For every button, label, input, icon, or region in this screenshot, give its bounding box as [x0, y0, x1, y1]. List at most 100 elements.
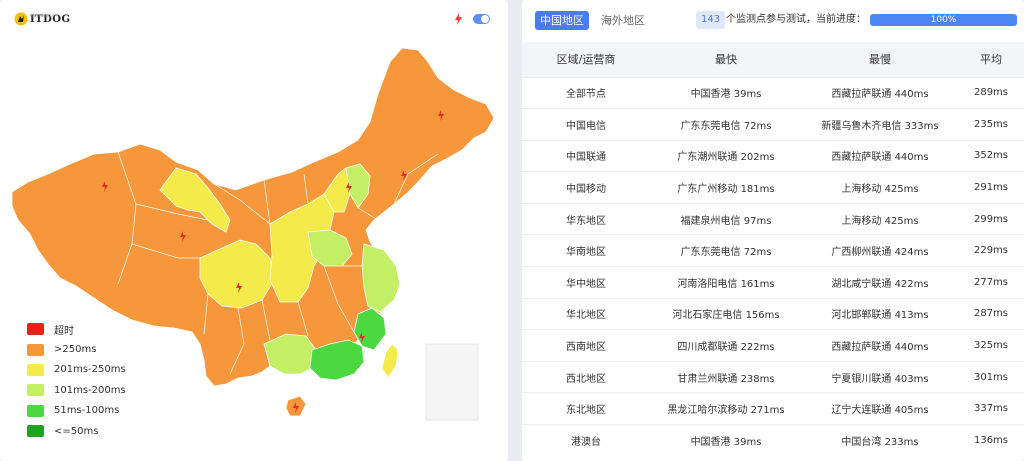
- region-cell: 全部节点: [566, 89, 606, 101]
- map-region-lightgreen-east[interactable]: [361, 243, 401, 313]
- region-cell: 东北地区: [566, 405, 606, 417]
- legend-item[interactable]: 51ms-100ms: [27, 401, 126, 421]
- average-cell: 301ms: [973, 371, 1009, 383]
- progress-value: 100%: [930, 15, 957, 25]
- slowest-cell: 上海移动 425ms: [841, 184, 919, 196]
- logo-subtext: www.itdog.cn: [30, 13, 57, 18]
- dog-logo-icon: [14, 12, 28, 26]
- slowest-cell: 宁夏银川联通 403ms: [831, 373, 929, 385]
- results-panel: 中国地区 海外地区 143 个监测点参与测试，当前进度： 100% 区域/运营商…: [522, 0, 1024, 461]
- toggle-switch[interactable]: [473, 14, 490, 24]
- slowest-cell: 上海移动 425ms: [841, 215, 919, 227]
- legend-item[interactable]: 101ms-200ms: [27, 380, 126, 400]
- table-row: 中国联通 广东潮州联通 202ms 西藏拉萨联通 440ms 352ms: [522, 140, 1024, 172]
- legend-label: 超时: [54, 325, 74, 337]
- slowest-cell: 河北邯郸联通 413ms: [831, 310, 929, 322]
- fastest-cell: 广东潮州联通 202ms: [677, 152, 775, 164]
- table-row: 中国电信 广东东莞电信 72ms 新疆乌鲁木齐电信 333ms 235ms: [522, 108, 1024, 141]
- region-cell: 华南地区: [566, 247, 606, 259]
- col-average: 平均: [980, 53, 1002, 67]
- average-cell: 287ms: [973, 308, 1009, 320]
- table-row: 西北地区 甘肃兰州联通 238ms 宁夏银川联通 403ms 301ms: [522, 361, 1024, 393]
- average-cell: 289ms: [973, 87, 1009, 99]
- lightning-icon: [455, 13, 462, 25]
- results-toolbar: 中国地区 海外地区 143 个监测点参与测试，当前进度： 100%: [522, 0, 1024, 42]
- average-cell: 235ms: [973, 118, 1009, 130]
- region-cell: 西北地区: [566, 373, 606, 385]
- fastest-cell: 河北石家庄电信 156ms: [672, 310, 780, 322]
- slowest-cell: 西藏拉萨联通 440ms: [831, 152, 929, 164]
- node-count-badge: 143: [696, 11, 726, 29]
- slowest-cell: 中国台湾 233ms: [841, 437, 919, 449]
- fastest-cell: 福建泉州电信 97ms: [680, 215, 772, 227]
- table-row: 东北地区 黑龙江哈尔滨移动 271ms 辽宁大连联通 405ms 337ms: [522, 392, 1024, 425]
- region-cell: 中国移动: [566, 184, 606, 196]
- col-fastest: 最快: [715, 53, 737, 67]
- legend-swatch: [27, 343, 44, 356]
- slowest-cell: 辽宁大连联通 405ms: [831, 405, 929, 417]
- fastest-cell: 黑龙江哈尔滨移动 271ms: [667, 405, 785, 417]
- fastest-cell: 广东广州移动 181ms: [677, 184, 775, 196]
- table-row: 全部节点 中国香港 39ms 西藏拉萨联通 440ms 289ms: [522, 77, 1024, 109]
- col-slowest: 最慢: [869, 53, 891, 67]
- table-row: 华中地区 河南洛阳电信 161ms 湖北咸宁联通 422ms 277ms: [522, 266, 1024, 299]
- average-cell: 299ms: [973, 213, 1009, 225]
- average-cell: 291ms: [973, 182, 1009, 194]
- average-cell: 325ms: [973, 340, 1009, 352]
- tab-china[interactable]: 中国地区: [535, 11, 589, 30]
- tab-overseas[interactable]: 海外地区: [601, 11, 645, 30]
- legend-swatch: [27, 384, 44, 397]
- progress-bar: 100%: [870, 14, 1017, 26]
- legend-label: 51ms-100ms: [54, 405, 120, 417]
- col-region: 区域/运营商: [556, 53, 616, 67]
- progress-caption: 个监测点参与测试，当前进度：: [726, 14, 866, 25]
- table-row: 港澳台 中国香港 39ms 中国台湾 233ms 136ms: [522, 424, 1024, 457]
- table-row: 华东地区 福建泉州电信 97ms 上海移动 425ms 299ms: [522, 203, 1024, 235]
- region-cell: 华北地区: [566, 310, 606, 322]
- legend-swatch: [27, 425, 44, 438]
- fastest-cell: 广东东莞电信 72ms: [680, 247, 772, 259]
- region-cell: 华中地区: [566, 278, 606, 290]
- legend-swatch: [27, 323, 44, 336]
- average-cell: 352ms: [973, 150, 1009, 162]
- south-china-sea-inset: [425, 343, 479, 421]
- slowest-cell: 湖北咸宁联通 422ms: [831, 278, 929, 290]
- table-row: 西南地区 四川成都联通 222ms 西藏拉萨联通 440ms 325ms: [522, 329, 1024, 362]
- latency-legend: 超时 >250ms 201ms-250ms 101ms-200ms 51ms-100ms…: [27, 319, 126, 441]
- fastest-cell: 甘肃兰州联通 238ms: [677, 373, 775, 385]
- fastest-cell: 中国香港 39ms: [690, 89, 762, 101]
- region-cell: 华东地区: [566, 215, 606, 227]
- fastest-cell: 河南洛阳电信 161ms: [677, 278, 775, 290]
- legend-label: 201ms-250ms: [54, 364, 126, 376]
- legend-item[interactable]: 超时: [27, 319, 126, 339]
- map-region-green-fujian[interactable]: [353, 307, 387, 351]
- average-cell: 277ms: [973, 276, 1009, 288]
- slowest-cell: 西藏拉萨联通 440ms: [831, 89, 929, 101]
- table-row: 中国移动 广东广州移动 181ms 上海移动 425ms 291ms: [522, 171, 1024, 204]
- region-cell: 中国电信: [566, 120, 606, 132]
- legend-item[interactable]: 201ms-250ms: [27, 360, 126, 380]
- legend-item[interactable]: <=50ms: [27, 421, 126, 441]
- fastest-cell: 广东东莞电信 72ms: [680, 120, 772, 132]
- fastest-cell: 四川成都联通 222ms: [677, 342, 775, 354]
- slowest-cell: 新疆乌鲁木齐电信 333ms: [821, 120, 939, 132]
- average-cell: 136ms: [973, 435, 1009, 447]
- legend-swatch: [27, 363, 44, 376]
- table-row: 华北地区 河北石家庄电信 156ms 河北邯郸联通 413ms 287ms: [522, 298, 1024, 330]
- region-cell: 港澳台: [571, 437, 601, 449]
- slowest-cell: 广西柳州联通 424ms: [831, 247, 929, 259]
- latency-table: 区域/运营商 最快 最慢 平均 全部节点 中国香港 39ms 西藏拉萨联通 440m…: [522, 42, 1024, 456]
- average-cell: 337ms: [973, 403, 1009, 415]
- legend-label: 101ms-200ms: [54, 384, 126, 396]
- legend-item[interactable]: >250ms: [27, 339, 126, 359]
- fastest-cell: 中国香港 39ms: [690, 437, 762, 449]
- map-region-yellow-taiwan[interactable]: [381, 343, 399, 379]
- table-row: 华南地区 广东东莞电信 72ms 广西柳州联通 424ms 229ms: [522, 234, 1024, 267]
- region-cell: 西南地区: [566, 342, 606, 354]
- legend-label: >250ms: [54, 344, 97, 356]
- slowest-cell: 西藏拉萨联通 440ms: [831, 342, 929, 354]
- legend-label: <=50ms: [54, 425, 99, 437]
- table-header-row: 区域/运营商 最快 最慢 平均: [522, 42, 1024, 77]
- legend-swatch: [27, 404, 44, 417]
- region-cell: 中国联通: [566, 152, 606, 164]
